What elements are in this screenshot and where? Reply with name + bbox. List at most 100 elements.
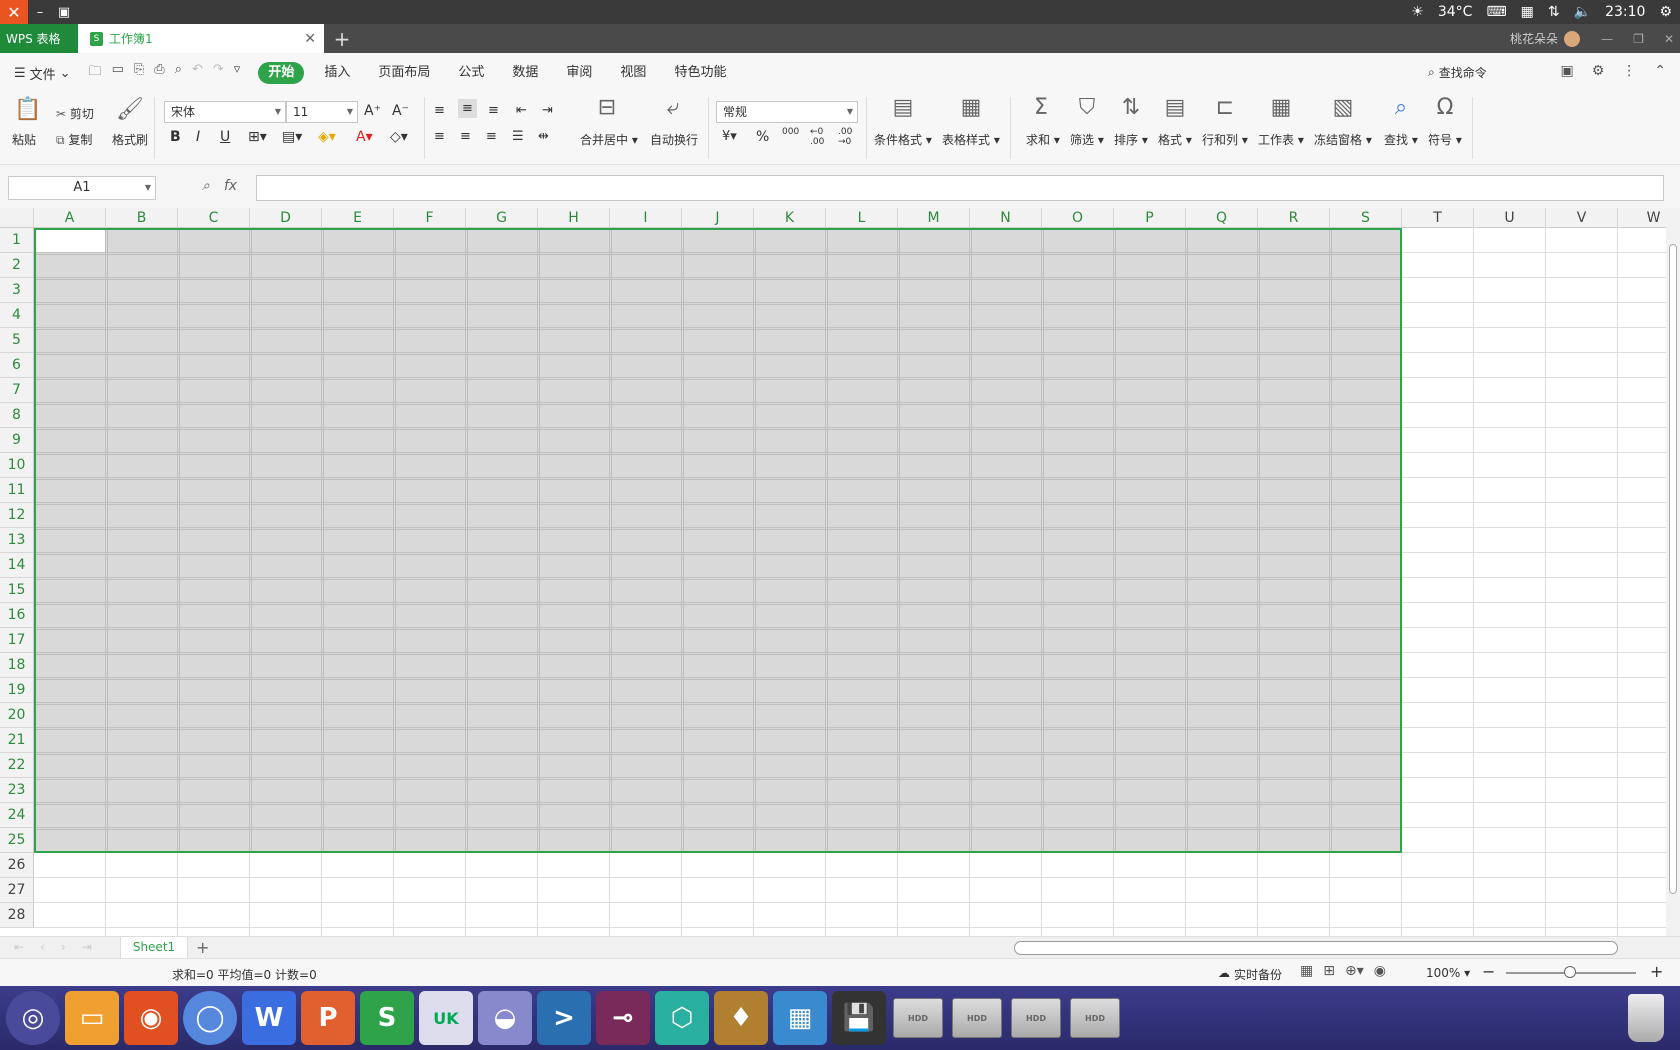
row-header[interactable]: 26 [0,853,34,878]
restore-app-icon[interactable]: ❐ [1633,32,1644,46]
row-header[interactable]: 8 [0,403,34,428]
format-painter-button[interactable]: 格式刷 [112,131,148,148]
merge-center-button[interactable]: 合并居中 ▾ [580,131,638,148]
increase-decimal-icon[interactable]: ←0.00 [810,127,824,147]
normal-view-icon[interactable]: ▦ [1300,963,1313,979]
column-header[interactable]: M [898,208,970,228]
sheet-tab-sheet1[interactable]: Sheet1 [120,937,188,958]
column-header[interactable]: R [1258,208,1330,228]
redo-icon[interactable]: ↷ [213,62,224,84]
firefox-icon[interactable]: ◉ [124,991,178,1045]
next-sheet-icon[interactable]: › [61,940,66,954]
conditional-format-button[interactable]: 条件格式 ▾ [874,131,932,148]
column-header[interactable]: A [34,208,106,228]
worksheet-icon[interactable]: ▦ [1266,95,1296,120]
zoom-formula-icon[interactable]: ⌕ [202,178,210,194]
cut-button[interactable]: ✂ 剪切 [56,105,94,122]
file-menu[interactable]: ☰ 文件 ⌄ [14,64,71,83]
add-sheet-button[interactable]: + [196,938,209,957]
row-header[interactable]: 1 [0,228,34,253]
row-header[interactable]: 13 [0,528,34,553]
name-box[interactable]: A1 ▼ [8,176,156,200]
customize-icon[interactable]: ▿ [234,62,241,84]
package-icon[interactable]: ⬡ [655,991,709,1045]
row-header[interactable]: 17 [0,628,34,653]
tab-data[interactable]: 数据 [498,62,552,84]
align-left-icon[interactable]: ≡ [434,129,445,144]
vertical-scroll-thumb[interactable] [1669,244,1677,894]
column-header[interactable]: D [250,208,322,228]
column-header[interactable]: S [1330,208,1402,228]
paste-icon[interactable]: 📋 [14,97,42,122]
save-disk-icon[interactable]: 💾 [832,991,886,1045]
sort-icon[interactable]: ⇅ [1116,95,1146,120]
trash-icon[interactable] [1628,994,1664,1042]
font-family-select[interactable]: 宋体 ▼ [164,101,286,123]
horizontal-scrollbar[interactable] [1014,941,1618,955]
conditional-format-icon[interactable]: ▤ [888,95,918,120]
tab-review[interactable]: 审阅 [552,62,606,84]
align-top-icon[interactable]: ≡ [434,103,445,118]
italic-icon[interactable]: I [196,129,200,145]
more-icon[interactable]: ⋮ [1622,63,1636,79]
hdd-icon-4[interactable]: HDD [1068,991,1122,1045]
column-header[interactable]: H [538,208,610,228]
row-header[interactable]: 14 [0,553,34,578]
hdd-icon-2[interactable]: HDD [950,991,1004,1045]
vertical-scrollbar[interactable] [1666,208,1680,936]
column-header[interactable]: E [322,208,394,228]
increase-indent-icon[interactable]: ⇥ [542,103,553,118]
tab-formulas[interactable]: 公式 [444,62,498,84]
font-size-select[interactable]: 11 ▼ [286,101,358,123]
first-sheet-icon[interactable]: ⇤ [14,940,24,954]
wrap-text-button[interactable]: 自动换行 [650,131,698,148]
row-header[interactable]: 5 [0,328,34,353]
skin-icon[interactable]: ▣ [1560,63,1573,79]
select-all-corner[interactable] [0,208,34,228]
freeze-panes-icon[interactable]: ▧ [1328,95,1358,120]
align-right-icon[interactable]: ≡ [486,129,497,144]
column-header[interactable]: F [394,208,466,228]
zoom-level[interactable]: 100% ▾ [1426,966,1470,980]
file-manager-icon[interactable]: ▭ [65,991,119,1045]
minimize-app-icon[interactable]: — [1601,32,1613,46]
distribute-icon[interactable]: ⇹ [538,129,549,144]
system-tool-icon[interactable]: ◒ [478,991,532,1045]
toggle-tool-icon[interactable]: ⊸ [596,991,650,1045]
column-header[interactable]: J [682,208,754,228]
thousands-icon[interactable]: 000 [782,127,799,137]
freeze-panes-button[interactable]: 冻结窗格 ▾ [1314,131,1372,148]
column-header[interactable]: U [1474,208,1546,228]
row-header[interactable]: 7 [0,378,34,403]
calendar-icon[interactable]: ▦ [1521,4,1534,20]
tab-workbook[interactable]: S 工作簿1 ✕ [78,24,324,53]
tab-insert[interactable]: 插入 [310,62,364,84]
last-sheet-icon[interactable]: ⇥ [82,940,92,954]
zoom-in-icon[interactable]: + [1650,962,1663,981]
symbol-icon[interactable]: Ω [1430,95,1460,120]
insert-function-icon[interactable]: fx [224,178,237,194]
currency-icon[interactable]: ¥▾ [722,129,737,144]
weather-icon[interactable]: ☀ [1411,4,1424,20]
row-header[interactable]: 3 [0,278,34,303]
formula-input[interactable] [256,175,1664,201]
row-header[interactable]: 6 [0,353,34,378]
row-header[interactable]: 2 [0,253,34,278]
column-header[interactable]: W [1618,208,1666,228]
new-tab-button[interactable]: + [324,24,360,53]
page-break-view-icon[interactable]: ⊞ [1323,963,1335,979]
keyboard-icon[interactable]: ⌨ [1486,4,1506,20]
format-painter-icon[interactable]: 🖌 [116,97,144,122]
column-header[interactable]: Q [1186,208,1258,228]
find-button[interactable]: 查找 ▾ [1384,131,1418,148]
row-header[interactable]: 10 [0,453,34,478]
row-header[interactable]: 28 [0,903,34,928]
copy-button[interactable]: ⧉ 复制 [56,131,92,148]
clear-format-icon[interactable]: ◇▾ [390,129,408,145]
table-style-button[interactable]: 表格样式 ▾ [942,131,1000,148]
close-tab-icon[interactable]: ✕ [304,31,316,47]
underline-icon[interactable]: U [220,129,230,145]
column-header[interactable]: G [466,208,538,228]
worksheet-button[interactable]: 工作表 ▾ [1258,131,1304,148]
reading-mode-icon[interactable]: ⊕▾ [1345,963,1364,979]
